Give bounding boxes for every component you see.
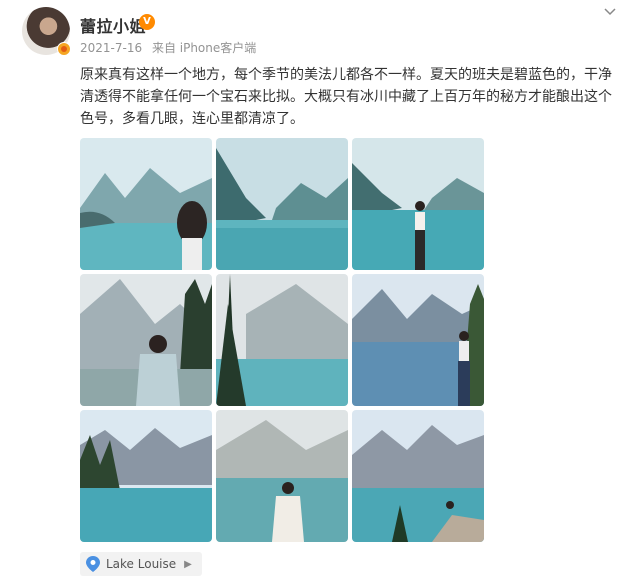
post-date[interactable]: 2021-7-16 <box>80 41 142 55</box>
photo-1[interactable] <box>80 138 212 270</box>
photo-3[interactable] <box>352 138 484 270</box>
photo-4[interactable] <box>80 274 212 406</box>
post-text: 原来真有这样一个地方，每个季节的美法儿都各不一样。夏天的班夫是碧蓝色的，干净清透… <box>80 67 612 127</box>
photo-8[interactable] <box>216 410 348 542</box>
chevron-down-icon[interactable] <box>603 4 617 18</box>
location-tag[interactable]: Lake Louise ▶ <box>80 552 202 576</box>
verified-badge-icon <box>57 42 71 56</box>
post-source: 来自 iPhone客户端 <box>151 41 257 55</box>
chevron-right-icon: ▶ <box>184 558 192 570</box>
location-label: Lake Louise <box>106 557 177 571</box>
photo-6[interactable] <box>352 274 484 406</box>
photo-5[interactable] <box>216 274 348 406</box>
post-meta: 2021-7-16 来自 iPhone客户端 <box>80 39 262 56</box>
map-pin-icon <box>86 556 100 572</box>
photo-2[interactable] <box>216 138 348 270</box>
vip-badge-icon[interactable]: V <box>139 14 155 30</box>
photo-9[interactable] <box>352 410 484 542</box>
photo-grid <box>80 138 484 542</box>
username[interactable]: 蕾拉小姐 <box>80 13 146 37</box>
photo-7[interactable] <box>80 410 212 542</box>
